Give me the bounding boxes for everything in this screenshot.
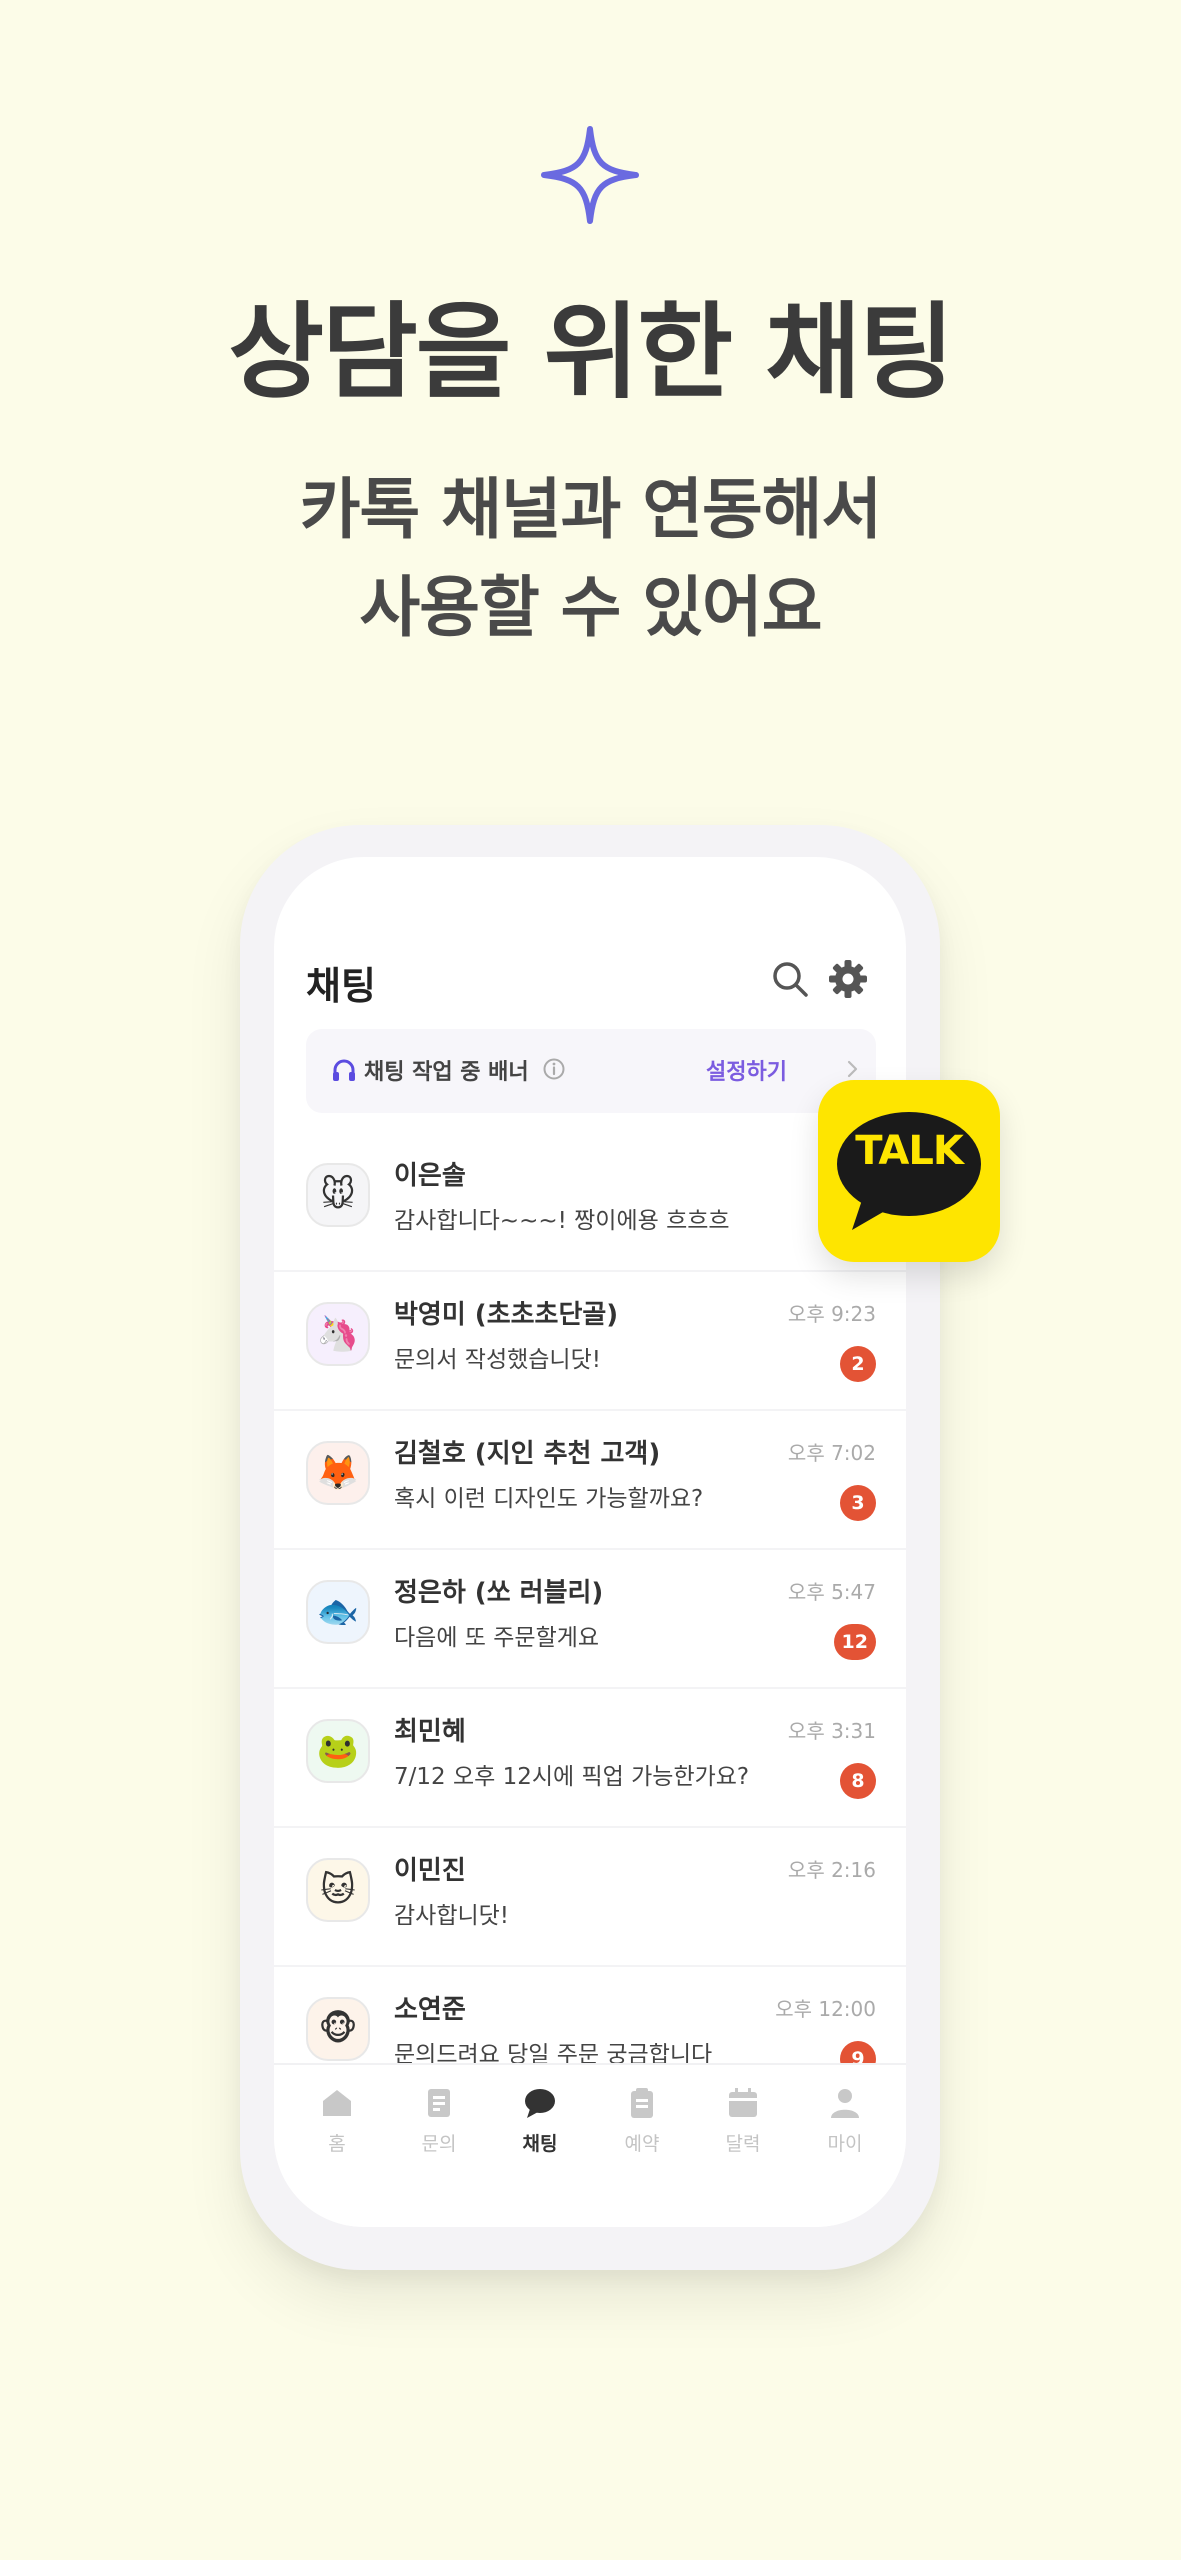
tab-clipboard[interactable]: 예약 <box>597 2085 687 2156</box>
gear-icon[interactable] <box>826 957 870 1001</box>
chat-timestamp: 오후 7:02 <box>787 1441 876 1465</box>
person-icon <box>831 2089 859 2118</box>
phone-mockup: 채팅 채팅 작업 중 배너 설정하기 🐭 이은솔 감사합니다~~~! 짱이에용 … <box>240 825 940 2270</box>
document-icon <box>428 2089 450 2117</box>
home-icon <box>323 2090 351 2116</box>
tab-label: 홈 <box>328 2133 346 2155</box>
chat-timestamp: 오후 12:00 <box>775 1997 876 2021</box>
subline-2: 사용할 수 있어요 <box>359 569 823 646</box>
sparkle-icon <box>541 126 639 224</box>
unread-count-badge: 8 <box>840 1763 876 1799</box>
unread-count-badge: 3 <box>840 1485 876 1521</box>
chat-last-message: 다음에 또 주문할게요 <box>394 1625 600 1651</box>
chat-name: 이은솔 <box>394 1161 466 1191</box>
chat-list-item[interactable]: 🐱 이민진감사합니닷! 오후 2:16 <box>274 1828 906 1967</box>
kakaotalk-logo: TALK <box>818 1080 1000 1262</box>
search-icon[interactable] <box>768 957 812 1001</box>
clipboard-icon <box>631 2088 653 2118</box>
tab-document[interactable]: 문의 <box>394 2085 484 2156</box>
avatar: 🐭 <box>306 1163 370 1227</box>
chat-name: 이민진 <box>394 1856 466 1886</box>
chat-list-item[interactable]: 🐭이은솔감사합니다~~~! 짱이에용 흐흐흐오후 <box>274 1133 906 1272</box>
avatar: 🐟 <box>306 1580 370 1644</box>
chat-list-item[interactable]: 🦊 김철호 (지인 추천 고객) 혹시 이런 디자인도 가능할까요? 오후 7:02 3 <box>274 1411 906 1550</box>
tab-label: 달력 <box>725 2133 761 2155</box>
chat-name: 소연준 <box>394 1995 466 2025</box>
chat-list-item[interactable]: 🐟 정은하 (쏘 러블리) 다음에 또 주문할게요 오후 5:47 12 <box>274 1550 906 1689</box>
tab-person[interactable]: 마이 <box>800 2085 890 2156</box>
chevron-right-icon <box>847 1060 858 1078</box>
banner-settings-link[interactable]: 설정하기 <box>706 1054 787 1086</box>
chat-timestamp: 오후 9:23 <box>787 1302 876 1326</box>
chat-list-item[interactable]: 🐵 소연준문의드려요 당일 주문 궁금합니다 오후 12:00 9 <box>274 1967 906 2063</box>
chat-last-message: 혹시 이런 디자인도 가능할까요? <box>394 1486 704 1512</box>
chat-list-item[interactable]: 🐸 최민혜 7/12 오후 12시에 픽업 가능한가요? 오후 3:31 8 <box>274 1689 906 1828</box>
phone-screen: 채팅 채팅 작업 중 배너 설정하기 🐭 이은솔 감사합니다~~~! 짱이에용 … <box>274 857 906 2227</box>
unread-count-badge: 12 <box>833 1624 876 1660</box>
avatar: 🐸 <box>306 1719 370 1783</box>
chat-name: 최민혜 <box>394 1717 466 1747</box>
calendar-icon <box>729 2088 757 2117</box>
avatar: 🦄 <box>306 1302 370 1366</box>
bottom-tab-bar: 홈 문의 채팅 예약 달력 마이 <box>274 2063 906 2227</box>
info-icon[interactable] <box>542 1057 566 1081</box>
tab-label: 예약 <box>624 2133 660 2155</box>
chat-timestamp: 오후 3:31 <box>787 1719 876 1743</box>
avatar: 🐱 <box>306 1858 370 1922</box>
chat-name: 박영미 (초초초단골) <box>394 1300 619 1330</box>
tab-chat-bubble[interactable]: 채팅 <box>495 2085 585 2156</box>
tab-label: 채팅 <box>522 2133 558 2155</box>
subline-1: 카톡 채널과 연동해서 <box>299 471 882 548</box>
chat-name: 정은하 (쏘 러블리) <box>394 1578 604 1608</box>
chat-last-message: 문의서 작성했습니닷! <box>394 1347 601 1373</box>
banner-label: 채팅 작업 중 배너 <box>364 1060 529 1085</box>
talk-logo-text: TALK <box>855 1128 964 1174</box>
chat-list-item[interactable]: 🦄 박영미 (초초초단골) 문의서 작성했습니닷! 오후 9:23 2 <box>274 1272 906 1411</box>
chat-timestamp: 오후 2:16 <box>787 1858 876 1882</box>
avatar: 🐵 <box>306 1997 370 2061</box>
unread-count-badge: 2 <box>840 1346 876 1382</box>
chat-last-message: 7/12 오후 12시에 픽업 가능한가요? <box>394 1764 750 1790</box>
tab-home[interactable]: 홈 <box>292 2085 382 2156</box>
chat-bubble-icon <box>525 2089 555 2118</box>
unread-count-badge: 9 <box>840 2041 876 2063</box>
headline: 상담을 위한 채팅 <box>228 291 954 413</box>
page-title: 채팅 <box>306 964 376 1008</box>
chat-last-message: 감사합니닷! <box>394 1903 510 1929</box>
headset-icon <box>333 1059 355 1081</box>
avatar: 🦊 <box>306 1441 370 1505</box>
chat-last-message: 문의드려요 당일 주문 궁금합니다 <box>394 2042 713 2063</box>
tab-label: 문의 <box>421 2133 457 2155</box>
tab-calendar[interactable]: 달력 <box>698 2085 788 2156</box>
chat-timestamp: 오후 5:47 <box>787 1580 876 1604</box>
tab-label: 마이 <box>827 2133 863 2155</box>
chat-list: 🐭이은솔감사합니다~~~! 짱이에용 흐흐흐오후 🦄박영미 (초초초단골)문의서… <box>274 1133 906 2063</box>
chat-last-message: 감사합니다~~~! 짱이에용 흐흐흐 <box>394 1208 730 1234</box>
chat-banner[interactable]: 채팅 작업 중 배너 설정하기 <box>306 1029 876 1113</box>
chat-name: 김철호 (지인 추천 고객) <box>394 1439 661 1469</box>
